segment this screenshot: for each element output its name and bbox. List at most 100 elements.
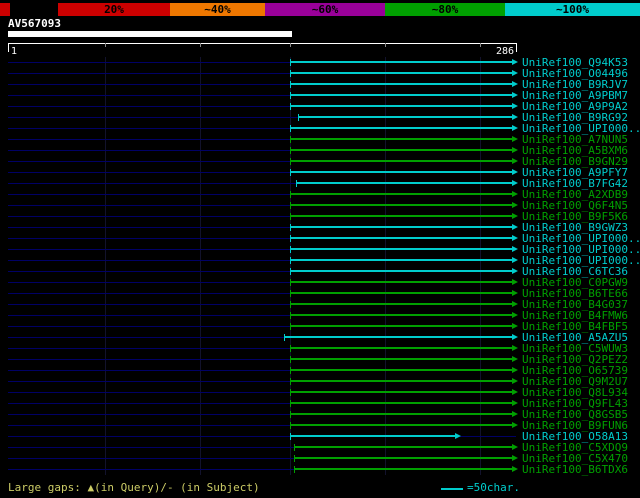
ruler-line [8,43,517,44]
alignment-bar[interactable] [290,83,512,85]
alignment-start-cap [290,202,291,209]
arrow-right-icon [512,389,518,395]
alignment-start-cap [290,345,291,352]
arrow-right-icon [512,422,518,428]
arrow-right-icon [512,466,518,472]
alignment-bar[interactable] [290,369,512,371]
arrow-right-icon [512,103,518,109]
alignment-bar[interactable] [290,94,512,96]
alignment-bar[interactable] [290,61,512,63]
arrow-right-icon [512,180,518,186]
alignment-bar[interactable] [290,160,512,162]
alignment-bar[interactable] [290,204,512,206]
arrow-right-icon [512,202,518,208]
arrow-right-icon [512,301,518,307]
alignment-start-cap [290,433,291,440]
alignment-bar[interactable] [290,193,512,195]
scale-segment-label: ~60% [311,3,339,16]
alignment-bar[interactable] [290,237,512,239]
large-gaps-note: Large gaps: ▲(in Query)/- (in Subject) [8,481,260,494]
alignment-row: UniRef100_B6TDX6 [0,464,640,475]
alignment-bar[interactable] [290,380,512,382]
arrow-right-icon [512,356,518,362]
alignment-start-cap [290,158,291,165]
alignment-bar[interactable] [290,259,512,261]
alignment-start-cap [290,191,291,198]
arrow-right-icon [512,191,518,197]
alignment-bar[interactable] [290,226,512,228]
identity-scale-bar: 20% ~40% ~60% ~80% ~100% [0,3,640,16]
alignment-start-cap [294,444,295,451]
alignment-start-cap [290,92,291,99]
alignment-bar[interactable] [290,72,512,74]
arrow-right-icon [512,213,518,219]
arrow-right-icon [512,312,518,318]
alignment-bar[interactable] [290,149,512,151]
alignments-plot: UniRef100_Q94K53 UniRef100_O04496 UniRef10… [0,57,640,475]
arrow-right-icon [512,378,518,384]
query-bar [8,31,292,37]
alignment-start-cap [290,279,291,286]
query-name: AV567093 [8,17,61,30]
alignment-bar[interactable] [290,270,512,272]
alignment-start-cap [290,246,291,253]
alignment-bar[interactable] [298,116,512,118]
alignment-start-cap [290,323,291,330]
arrow-right-icon [512,400,518,406]
arrow-right-icon [512,114,518,120]
arrow-right-icon [512,158,518,164]
arrow-right-icon [512,246,518,252]
alignment-bar[interactable] [296,182,512,184]
alignment-bar[interactable] [290,303,512,305]
alignment-bar[interactable] [290,292,512,294]
alignment-bar[interactable] [290,402,512,404]
scale-segment-label: ~100% [555,3,590,16]
scale-segment [10,3,58,16]
scale-segment-label: ~40% [204,3,231,16]
blast-graphic-overview: 20% ~40% ~60% ~80% ~100% AV567093 1 286 UniR… [0,0,640,498]
alignment-bar[interactable] [284,336,512,338]
alignment-start-cap [290,70,291,77]
arrow-right-icon [512,224,518,230]
arrow-right-icon [512,81,518,87]
alignment-start-cap [290,235,291,242]
alignment-start-cap [296,180,297,187]
alignment-bar[interactable] [294,457,512,459]
alignment-bar[interactable] [290,391,512,393]
alignment-start-cap [290,378,291,385]
alignment-bar[interactable] [290,413,512,415]
alignment-start-cap [290,103,291,110]
alignment-bar[interactable] [290,314,512,316]
scale-segment [0,3,10,16]
alignment-bar[interactable] [290,435,455,437]
hit-label[interactable]: UniRef100_B6TDX6 [522,464,628,475]
alignment-bar[interactable] [290,347,512,349]
arrow-right-icon [512,147,518,153]
alignment-bar[interactable] [290,248,512,250]
alignment-bar[interactable] [294,446,512,448]
alignment-bar[interactable] [290,215,512,217]
scale-legend-line [441,488,463,490]
scale-segment: 20% [58,3,170,16]
alignment-start-cap [290,136,291,143]
alignment-bar[interactable] [294,468,512,470]
alignment-bar[interactable] [290,138,512,140]
arrow-right-icon [512,290,518,296]
arrow-right-icon [512,235,518,241]
alignment-bar[interactable] [290,424,512,426]
alignment-bar[interactable] [290,358,512,360]
alignment-bar[interactable] [290,281,512,283]
scale-segment: ~80% [385,3,505,16]
arrow-right-icon [512,411,518,417]
arrow-right-icon [512,59,518,65]
arrow-right-icon [512,444,518,450]
alignment-bar[interactable] [290,171,512,173]
alignment-start-cap [290,312,291,319]
alignment-start-cap [290,400,291,407]
alignment-bar[interactable] [290,127,512,129]
arrow-right-icon [512,70,518,76]
alignment-start-cap [290,81,291,88]
alignment-bar[interactable] [290,325,512,327]
alignment-bar[interactable] [290,105,512,107]
arrow-right-icon [512,257,518,263]
